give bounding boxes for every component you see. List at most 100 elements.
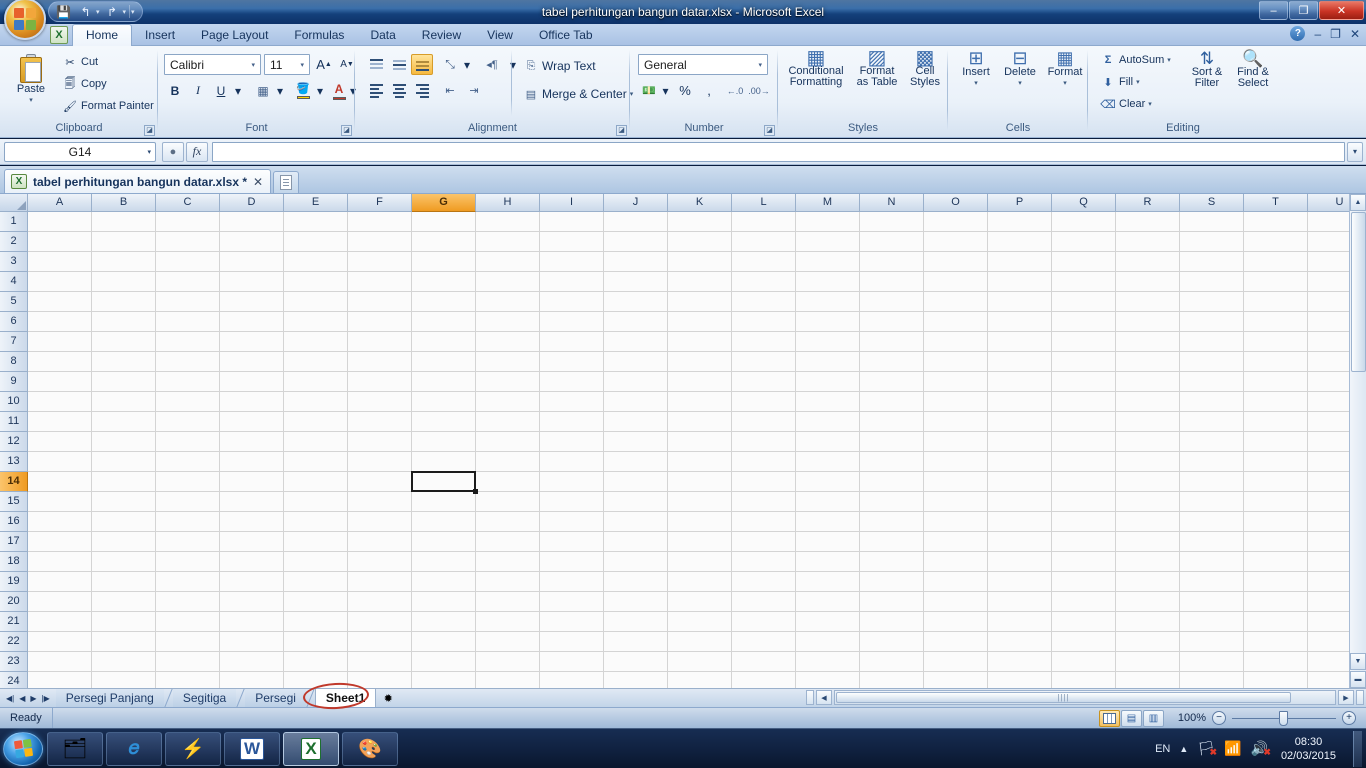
fill-dropdown-icon[interactable]: ▾: [1136, 78, 1140, 86]
last-sheet-button[interactable]: |▶: [42, 694, 50, 703]
cell-E21[interactable]: [284, 612, 348, 632]
clock[interactable]: 08:30 02/03/2015: [1277, 735, 1340, 763]
cell-G20[interactable]: [412, 592, 476, 612]
cell-K10[interactable]: [668, 392, 732, 412]
cell-Q7[interactable]: [1052, 332, 1116, 352]
next-sheet-button[interactable]: ▶: [30, 694, 36, 703]
cell-U20[interactable]: [1308, 592, 1349, 612]
cell-C19[interactable]: [156, 572, 220, 592]
cell-G17[interactable]: [412, 532, 476, 552]
cell-P7[interactable]: [988, 332, 1052, 352]
cell-J5[interactable]: [604, 292, 668, 312]
row-header-11[interactable]: 11: [0, 412, 28, 432]
alignment-dialog-launcher[interactable]: ◪: [616, 125, 627, 136]
cell-S23[interactable]: [1180, 652, 1244, 672]
cell-N2[interactable]: [860, 232, 924, 252]
cell-K6[interactable]: [668, 312, 732, 332]
page-break-view-button[interactable]: ▥: [1143, 709, 1164, 727]
cell-A9[interactable]: [28, 372, 92, 392]
paste-button[interactable]: Paste ▾: [8, 51, 54, 109]
row-header-23[interactable]: 23: [0, 652, 28, 672]
cell-F12[interactable]: [348, 432, 412, 452]
cell-P12[interactable]: [988, 432, 1052, 452]
select-all-button[interactable]: [0, 194, 28, 212]
cell-L21[interactable]: [732, 612, 796, 632]
column-header-K[interactable]: K: [668, 194, 732, 212]
cell-I1[interactable]: [540, 212, 604, 232]
column-header-R[interactable]: R: [1116, 194, 1180, 212]
cell-M13[interactable]: [796, 452, 860, 472]
cell-O15[interactable]: [924, 492, 988, 512]
number-dialog-launcher[interactable]: ◪: [764, 125, 775, 136]
column-header-B[interactable]: B: [92, 194, 156, 212]
cell-E1[interactable]: [284, 212, 348, 232]
cell-E7[interactable]: [284, 332, 348, 352]
cell-G5[interactable]: [412, 292, 476, 312]
zoom-in-button[interactable]: +: [1342, 711, 1356, 725]
cell-O14[interactable]: [924, 472, 988, 492]
cell-Q4[interactable]: [1052, 272, 1116, 292]
sheet-tab-persegi[interactable]: Persegi: [245, 689, 306, 707]
cell-E23[interactable]: [284, 652, 348, 672]
cell-I4[interactable]: [540, 272, 604, 292]
row-header-24[interactable]: 24: [0, 672, 28, 688]
cell-F18[interactable]: [348, 552, 412, 572]
split-pane-button[interactable]: ▬: [1350, 671, 1366, 688]
cell-S24[interactable]: [1180, 672, 1244, 688]
cell-I9[interactable]: [540, 372, 604, 392]
cell-Q15[interactable]: [1052, 492, 1116, 512]
row-header-18[interactable]: 18: [0, 552, 28, 572]
cell-J15[interactable]: [604, 492, 668, 512]
cell-J24[interactable]: [604, 672, 668, 688]
cell-A10[interactable]: [28, 392, 92, 412]
cell-U4[interactable]: [1308, 272, 1349, 292]
align-right-button[interactable]: [411, 80, 433, 101]
row-header-21[interactable]: 21: [0, 612, 28, 632]
zoom-slider-thumb[interactable]: [1279, 710, 1288, 726]
format-as-table-button[interactable]: ▨ Format as Table: [850, 48, 904, 91]
percent-style-button[interactable]: %: [674, 80, 696, 101]
cell-Q24[interactable]: [1052, 672, 1116, 688]
cell-F7[interactable]: [348, 332, 412, 352]
cell-S13[interactable]: [1180, 452, 1244, 472]
bold-button[interactable]: B: [164, 80, 186, 101]
cell-G14[interactable]: [412, 472, 476, 492]
cell-E13[interactable]: [284, 452, 348, 472]
row-header-13[interactable]: 13: [0, 452, 28, 472]
delete-cells-dropdown-icon[interactable]: ▾: [1018, 78, 1022, 89]
cell-P22[interactable]: [988, 632, 1052, 652]
cell-R5[interactable]: [1116, 292, 1180, 312]
help-icon[interactable]: ?: [1290, 26, 1306, 41]
cell-B1[interactable]: [92, 212, 156, 232]
cell-J4[interactable]: [604, 272, 668, 292]
row-header-19[interactable]: 19: [0, 572, 28, 592]
cell-N18[interactable]: [860, 552, 924, 572]
cell-N21[interactable]: [860, 612, 924, 632]
cell-M20[interactable]: [796, 592, 860, 612]
borders-button[interactable]: ▦: [252, 80, 274, 101]
cell-T11[interactable]: [1244, 412, 1308, 432]
cell-R16[interactable]: [1116, 512, 1180, 532]
cell-D10[interactable]: [220, 392, 284, 412]
cell-E10[interactable]: [284, 392, 348, 412]
cell-U11[interactable]: [1308, 412, 1349, 432]
cell-A19[interactable]: [28, 572, 92, 592]
document-close-button[interactable]: ✕: [1350, 27, 1360, 41]
cell-U13[interactable]: [1308, 452, 1349, 472]
cell-I11[interactable]: [540, 412, 604, 432]
office-tab-document[interactable]: X tabel perhitungan bangun datar.xlsx * …: [4, 169, 272, 193]
cell-U16[interactable]: [1308, 512, 1349, 532]
cell-T4[interactable]: [1244, 272, 1308, 292]
cell-N17[interactable]: [860, 532, 924, 552]
tab-view[interactable]: View: [474, 24, 526, 46]
cell-B14[interactable]: [92, 472, 156, 492]
cell-B9[interactable]: [92, 372, 156, 392]
cell-I22[interactable]: [540, 632, 604, 652]
orientation-dropdown-icon[interactable]: ▾: [461, 54, 473, 75]
cell-A18[interactable]: [28, 552, 92, 572]
row-header-17[interactable]: 17: [0, 532, 28, 552]
cell-M10[interactable]: [796, 392, 860, 412]
cell-A16[interactable]: [28, 512, 92, 532]
cell-T2[interactable]: [1244, 232, 1308, 252]
cell-B7[interactable]: [92, 332, 156, 352]
